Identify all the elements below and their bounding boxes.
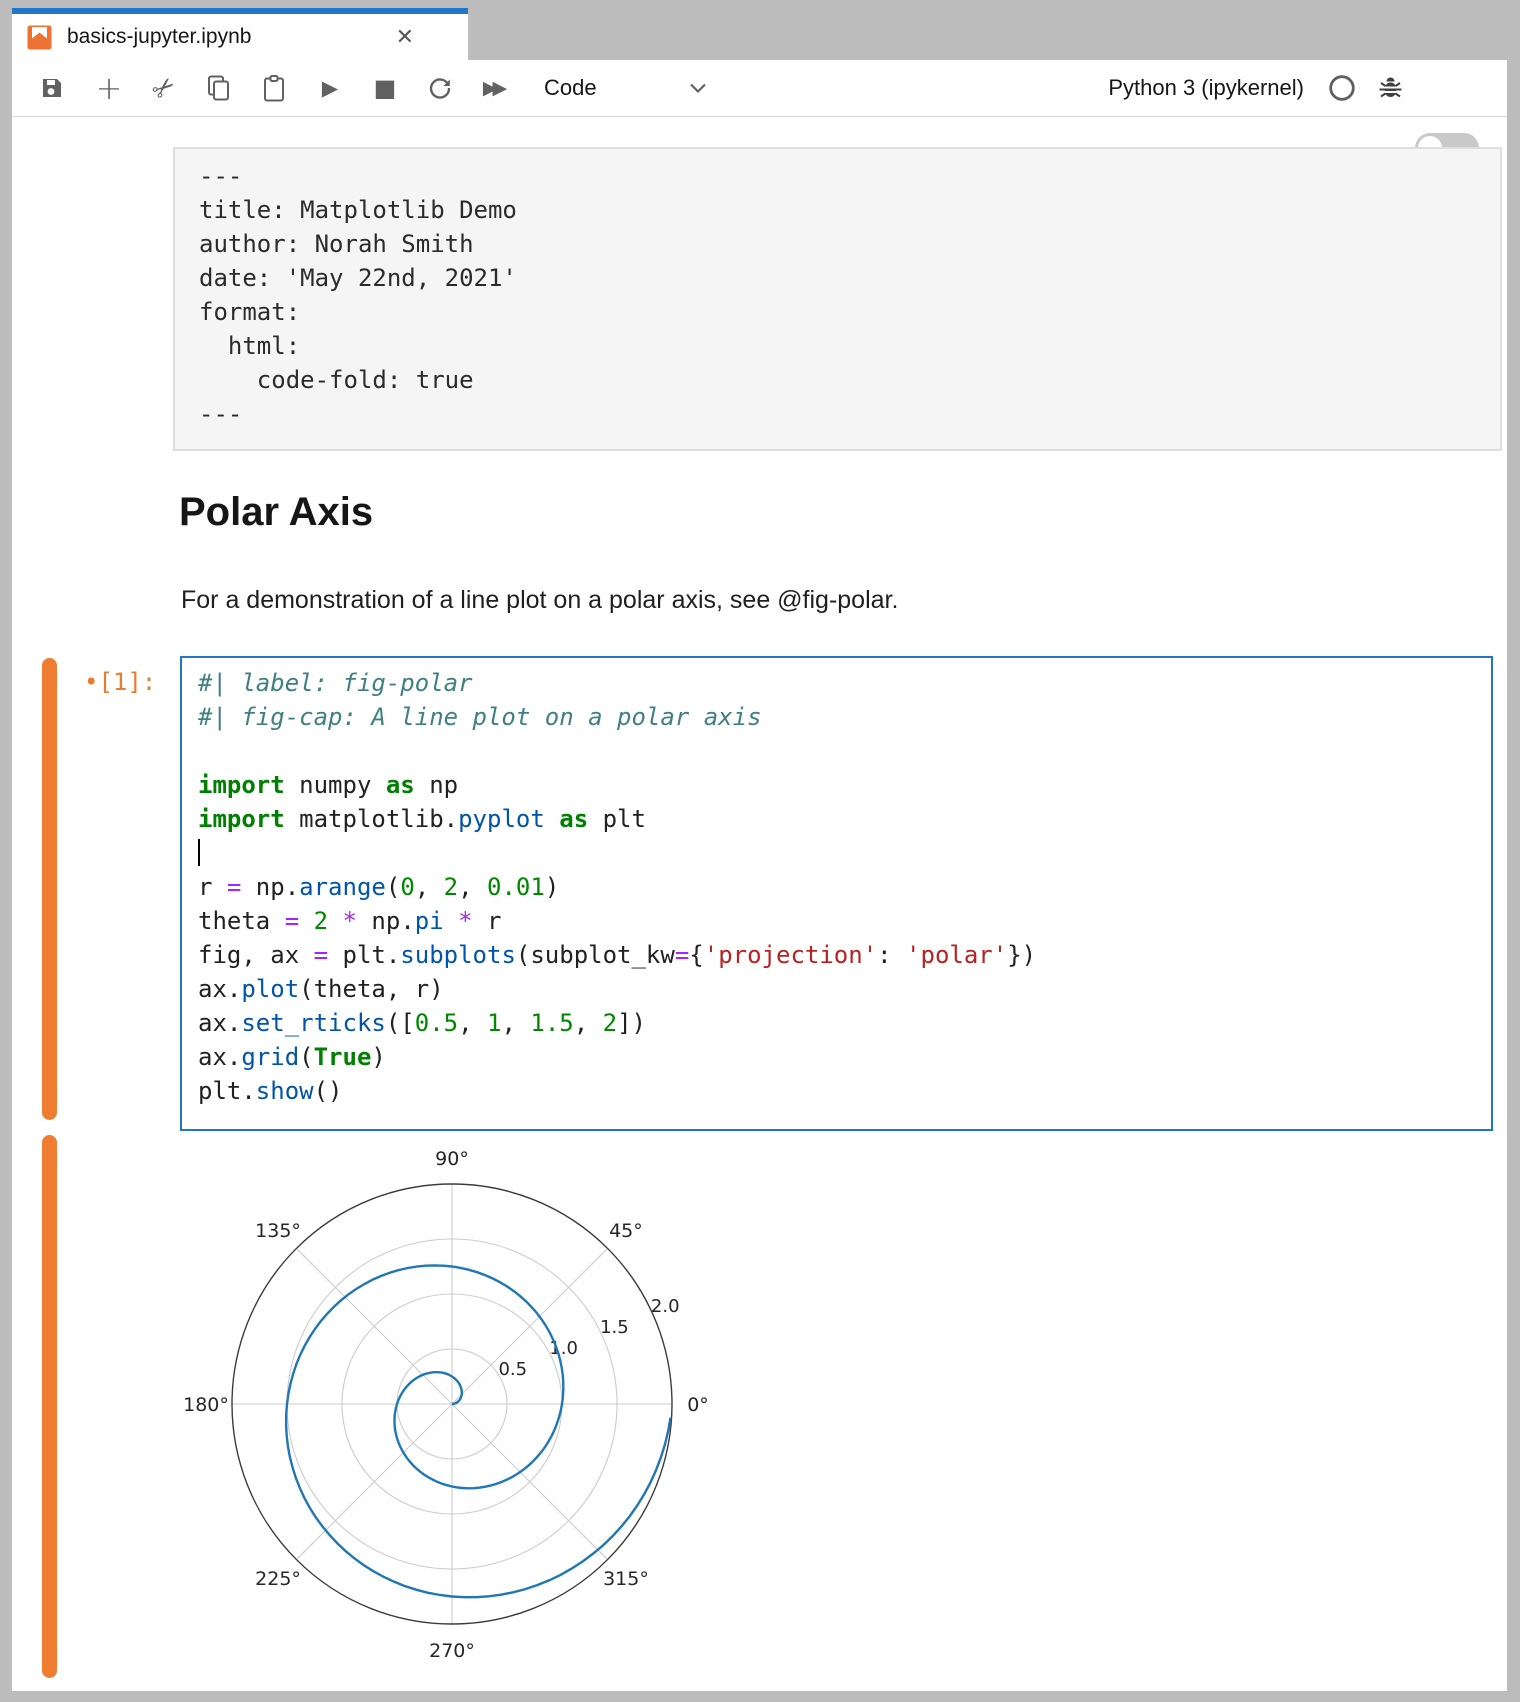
raw-line: code-fold: true — [199, 363, 1500, 397]
plus-icon: + — [96, 69, 123, 107]
raw-line: --- — [199, 397, 1500, 431]
cell-type-value: Code — [532, 75, 597, 101]
svg-text:2.0: 2.0 — [651, 1296, 680, 1317]
code-line: r = np.arange(0, 2, 0.01) — [198, 870, 1491, 904]
scissors-icon: ✂ — [145, 69, 182, 107]
kernel-status-indicator — [1322, 60, 1362, 116]
debugger-button[interactable] — [1368, 60, 1412, 116]
save-button[interactable] — [34, 60, 70, 116]
copy-icon — [207, 75, 231, 101]
add-cell-button[interactable]: + — [91, 60, 127, 116]
fast-forward-icon: ▶▶ — [483, 77, 507, 99]
code-line: import numpy as np — [198, 768, 1491, 802]
execution-prompt: •[1]: — [84, 668, 156, 696]
run-icon: ▶ — [322, 76, 338, 100]
svg-text:45°: 45° — [609, 1220, 643, 1242]
tab-close-icon[interactable]: ✕ — [396, 24, 454, 50]
code-line: ax.plot(theta, r) — [198, 972, 1491, 1006]
code-line — [198, 836, 1491, 870]
bug-icon — [1377, 75, 1404, 102]
raw-line: title: Matplotlib Demo — [199, 193, 1500, 227]
raw-line: date: 'May 22nd, 2021' — [199, 261, 1500, 295]
notebook-file-icon — [26, 24, 53, 51]
svg-text:90°: 90° — [435, 1148, 469, 1170]
text-cursor — [198, 839, 200, 866]
code-line: import matplotlib.pyplot as plt — [198, 802, 1491, 836]
polar-plot: 0°45°90°135°180°225°270°315°0.51.01.52.0 — [182, 1134, 722, 1674]
raw-line: html: — [199, 329, 1500, 363]
code-cell[interactable]: #| label: fig-polar#| fig-cap: A line pl… — [180, 656, 1493, 1131]
cut-cells-button[interactable]: ✂ — [146, 60, 182, 116]
clipboard-icon — [262, 75, 286, 102]
kernel-idle-circle-icon — [1328, 74, 1356, 102]
code-line: fig, ax = plt.subplots(subplot_kw={'proj… — [198, 938, 1491, 972]
notebook-tab[interactable]: basics-jupyter.ipynb ✕ — [12, 8, 468, 60]
raw-line: --- — [199, 159, 1500, 193]
section-heading: Polar Axis — [179, 490, 373, 535]
copy-cells-button[interactable] — [201, 60, 237, 116]
svg-text:270°: 270° — [429, 1640, 475, 1662]
code-line: #| label: fig-polar — [198, 666, 1491, 700]
notebook-toolbar: + ✂ ▶ ■ ▶▶ — [12, 60, 1507, 117]
save-icon — [40, 76, 64, 100]
svg-text:135°: 135° — [255, 1220, 301, 1242]
svg-text:0.5: 0.5 — [498, 1359, 527, 1380]
chevron-down-icon — [689, 82, 707, 94]
code-editor[interactable]: #| label: fig-polar#| fig-cap: A line pl… — [198, 666, 1491, 1108]
svg-text:180°: 180° — [183, 1394, 229, 1416]
svg-text:1.5: 1.5 — [600, 1317, 629, 1338]
paste-cells-button[interactable] — [256, 60, 292, 116]
run-cell-button[interactable]: ▶ — [312, 60, 348, 116]
markdown-paragraph: For a demonstration of a line plot on a … — [181, 586, 898, 615]
code-line: theta = 2 * np.pi * r — [198, 904, 1491, 938]
tab-title: basics-jupyter.ipynb — [67, 25, 382, 49]
svg-text:0°: 0° — [687, 1394, 709, 1416]
raw-cell[interactable]: --- title: Matplotlib Demo author: Norah… — [173, 147, 1502, 451]
svg-text:225°: 225° — [255, 1568, 301, 1590]
interrupt-kernel-button[interactable]: ■ — [367, 60, 403, 116]
cell-type-select[interactable]: Code — [532, 60, 702, 116]
code-line: #| fig-cap: A line plot on a polar axis — [198, 700, 1491, 734]
raw-line: author: Norah Smith — [199, 227, 1500, 261]
code-line: plt.show() — [198, 1074, 1491, 1108]
code-line: ax.grid(True) — [198, 1040, 1491, 1074]
restart-kernel-button[interactable] — [422, 60, 458, 116]
stop-icon: ■ — [374, 74, 397, 102]
output-collapser[interactable] — [42, 1135, 57, 1678]
svg-text:315°: 315° — [603, 1568, 649, 1590]
restart-icon — [427, 75, 453, 101]
kernel-name: Python 3 (ipykernel) — [1108, 75, 1304, 101]
input-collapser[interactable] — [42, 658, 57, 1120]
kernel-name-button[interactable]: Python 3 (ipykernel) — [1072, 60, 1304, 116]
code-line: ax.set_rticks([0.5, 1, 1.5, 2]) — [198, 1006, 1491, 1040]
cell-output-area: 0°45°90°135°180°225°270°315°0.51.01.52.0 — [182, 1134, 722, 1674]
restart-run-all-button[interactable]: ▶▶ — [471, 60, 519, 116]
raw-line: format: — [199, 295, 1500, 329]
code-line — [198, 734, 1491, 768]
